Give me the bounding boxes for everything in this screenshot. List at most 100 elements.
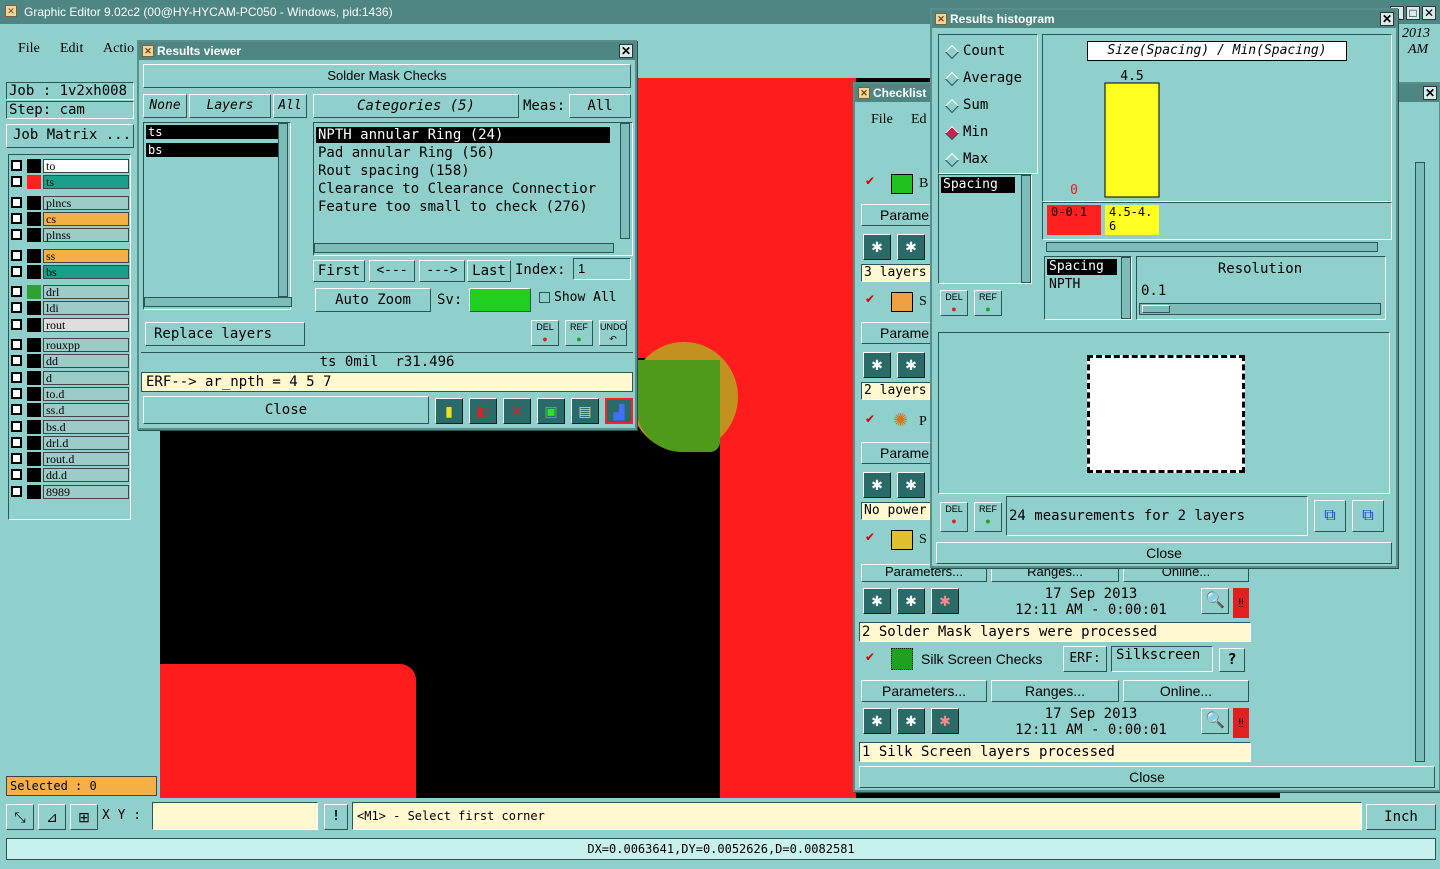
run-icon[interactable]: ✱ xyxy=(863,588,891,614)
next-button[interactable]: ---> xyxy=(419,260,465,282)
layer-checkbox[interactable] xyxy=(11,160,22,171)
radio-indicator[interactable] xyxy=(944,71,960,87)
preview-ref-button[interactable]: REF ● xyxy=(974,502,1002,532)
layer-color-swatch[interactable] xyxy=(27,228,41,243)
reject-icon[interactable]: ✕ xyxy=(503,398,531,424)
viewer-layer-bs[interactable]: bs xyxy=(146,143,286,157)
category-list[interactable]: NPTH annular Ring (24) Pad annular Ring … xyxy=(313,122,633,256)
category-hscroll[interactable] xyxy=(314,243,614,253)
run-icon[interactable]: ✱ xyxy=(863,352,891,378)
run-reject-icon[interactable]: ✱ xyxy=(931,588,959,614)
category-clearance[interactable]: Clearance to Clearance Connectior xyxy=(318,181,610,197)
layer-color-swatch[interactable] xyxy=(27,484,41,499)
menu-edit[interactable]: Edit xyxy=(60,41,83,57)
report-icon[interactable]: ▤ xyxy=(571,398,599,424)
maximize-icon[interactable]: □ xyxy=(1406,6,1420,20)
show-all-checkbox[interactable] xyxy=(539,292,550,303)
meas-dropdown[interactable]: All xyxy=(569,94,631,118)
layer-row[interactable]: rout xyxy=(9,317,129,332)
layer-row[interactable]: bs xyxy=(9,264,129,279)
layer-color-swatch[interactable] xyxy=(27,468,41,483)
checklist-vscroll[interactable] xyxy=(1415,162,1425,762)
check-toggle-icon[interactable]: ✔ xyxy=(865,530,875,544)
del-button[interactable]: DEL ● xyxy=(531,320,559,346)
layer-color-swatch[interactable] xyxy=(27,211,41,226)
check-toggle-icon[interactable]: ✔ xyxy=(865,650,875,664)
layer-color-swatch[interactable] xyxy=(27,195,41,210)
zoom-icon[interactable]: 🔍 xyxy=(1201,708,1229,734)
layer-row[interactable]: drl xyxy=(9,285,129,300)
layer-row[interactable]: to.d xyxy=(9,386,129,401)
checklist-close-button[interactable]: Close xyxy=(859,766,1435,788)
viewer-layer-hscroll[interactable] xyxy=(144,297,292,307)
yellow-marker-icon[interactable]: ▮ xyxy=(435,398,463,424)
viewer-layer-vscroll[interactable] xyxy=(278,123,288,297)
category-pad-annular[interactable]: Pad annular Ring (56) xyxy=(318,145,495,161)
menu-file[interactable]: File xyxy=(18,41,40,57)
res-list-npth[interactable]: NPTH xyxy=(1049,277,1080,292)
stat-list-spacing[interactable]: Spacing xyxy=(941,177,1015,193)
layer-checkbox[interactable] xyxy=(11,387,22,399)
layer-name[interactable]: rouxpp xyxy=(43,338,129,352)
zoom-area-icon[interactable]: ⤡ xyxy=(6,804,34,830)
layer-color-swatch[interactable] xyxy=(27,338,41,352)
run-all-icon[interactable]: ✱ xyxy=(897,352,925,378)
layer-name[interactable]: plnss xyxy=(43,228,129,243)
layer-checkbox[interactable] xyxy=(11,176,22,188)
check-toggle-icon[interactable]: ✔ xyxy=(865,292,875,306)
layer-name[interactable]: dd xyxy=(43,354,129,369)
sv-color-dropdown[interactable] xyxy=(469,288,531,312)
layer-checkbox[interactable] xyxy=(11,318,22,330)
red-marker-icon[interactable]: ◧ xyxy=(469,398,497,424)
layer-name[interactable]: bs xyxy=(43,264,129,279)
alert-button[interactable]: ! xyxy=(324,804,348,830)
first-button[interactable]: First xyxy=(313,260,365,282)
layer-row[interactable]: d xyxy=(9,370,129,385)
stat-radio-min[interactable]: Min xyxy=(943,124,1035,142)
layer-row[interactable]: dd xyxy=(9,354,129,369)
stat-list[interactable]: Spacing xyxy=(938,174,1032,284)
layer-row[interactable]: ts xyxy=(9,175,129,190)
viewer-layer-list[interactable]: ts bs xyxy=(143,122,292,310)
menu-actions[interactable]: Actio xyxy=(103,41,134,57)
layer-checkbox[interactable] xyxy=(11,229,22,241)
bin-hscroll[interactable] xyxy=(1046,242,1378,252)
layer-color-swatch[interactable] xyxy=(27,264,41,279)
close-icon[interactable]: ✕ xyxy=(1423,86,1437,100)
grid-icon[interactable]: ⊞ xyxy=(70,804,98,830)
radio-indicator[interactable] xyxy=(944,44,960,60)
categories-button[interactable]: Categories (5) xyxy=(313,94,519,118)
close-icon[interactable]: ✕ xyxy=(619,44,633,58)
layer-checkbox[interactable] xyxy=(11,420,22,432)
job-matrix-button[interactable]: Job Matrix ... xyxy=(6,124,134,148)
stat-radio-sum[interactable]: Sum xyxy=(943,97,1035,115)
layer-checkbox[interactable] xyxy=(11,436,22,448)
xy-input[interactable] xyxy=(152,802,318,830)
export-icon[interactable]: ⧉ xyxy=(1314,500,1346,532)
all-button[interactable]: All xyxy=(273,94,307,118)
layer-name[interactable]: drl xyxy=(43,285,129,300)
index-input[interactable]: 1 xyxy=(573,258,631,280)
layer-row[interactable]: drl.d xyxy=(9,435,129,450)
layer-checkbox[interactable] xyxy=(11,485,22,497)
check-toggle-icon[interactable]: ✔ xyxy=(865,412,875,426)
layer-color-swatch[interactable] xyxy=(27,452,41,467)
check-toggle-icon[interactable]: ✔ xyxy=(865,174,875,188)
layer-name[interactable]: to xyxy=(43,159,129,173)
layer-color-swatch[interactable] xyxy=(27,159,41,173)
layer-name[interactable]: ss.d xyxy=(43,403,129,418)
layer-row[interactable]: ldi xyxy=(9,301,129,316)
layer-color-swatch[interactable] xyxy=(27,285,41,300)
layer-color-swatch[interactable] xyxy=(27,301,41,316)
histogram-close-button[interactable]: Close xyxy=(936,542,1392,564)
green-number-icon[interactable]: ▣ xyxy=(537,398,565,424)
layers-button[interactable]: Layers xyxy=(189,94,271,118)
layer-row[interactable]: bs.d xyxy=(9,419,129,434)
last-button[interactable]: Last xyxy=(467,260,511,282)
histogram-bin-label-1[interactable]: 4.5-4.6 xyxy=(1105,205,1159,235)
layer-checkbox[interactable] xyxy=(11,404,22,416)
parameters-button[interactable]: Parameters... xyxy=(861,680,987,702)
layer-row[interactable]: ss.d xyxy=(9,403,129,418)
histogram-icon[interactable]: ▟ xyxy=(605,398,633,424)
auto-zoom-dropdown[interactable]: Auto Zoom xyxy=(315,288,431,312)
